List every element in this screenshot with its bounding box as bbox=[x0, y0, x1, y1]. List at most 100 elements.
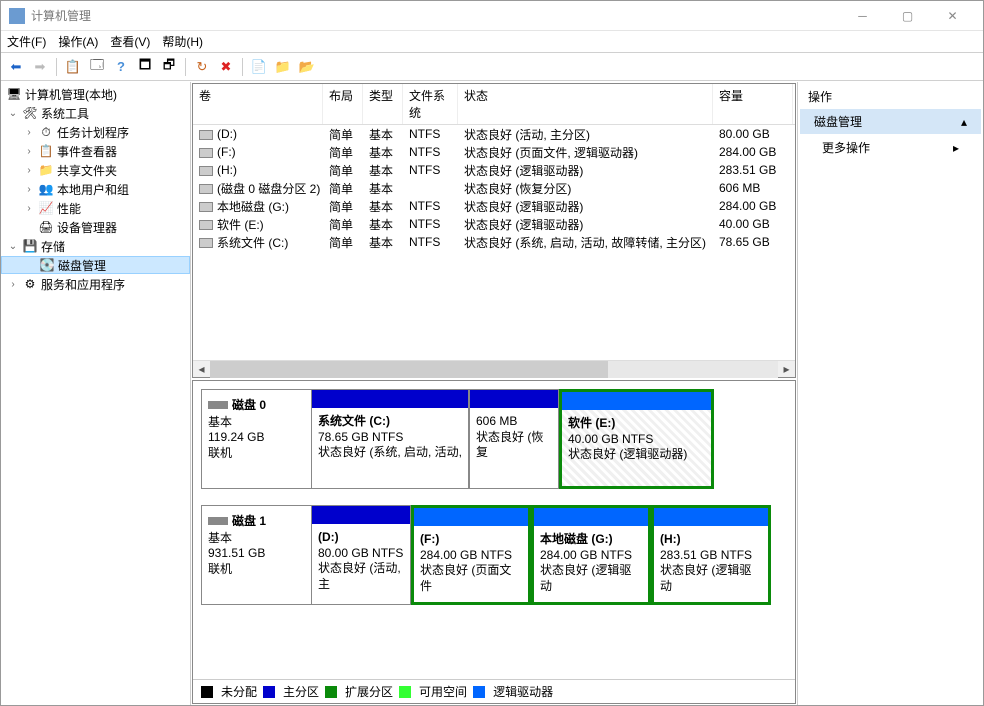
expander-icon[interactable]: › bbox=[23, 146, 35, 157]
scroll-right-icon[interactable]: ▸ bbox=[778, 361, 795, 378]
volume-row[interactable]: (H:)简单基本NTFS状态良好 (逻辑驱动器)283.51 GB bbox=[193, 161, 795, 179]
tree-performance[interactable]: › 📈 性能 bbox=[1, 199, 190, 217]
disk-row: 磁盘 1基本931.51 GB联机(D:)80.00 GB NTFS状态良好 (… bbox=[201, 505, 787, 605]
scroll-thumb[interactable] bbox=[210, 361, 608, 378]
tree-root[interactable]: 🖥 计算机管理(本地) bbox=[1, 85, 190, 103]
tree-system-tools[interactable]: ⌄ 🛠 系统工具 bbox=[1, 104, 190, 122]
tb-icon-5[interactable]: 📄 bbox=[248, 56, 270, 78]
actions-header: 操作 bbox=[800, 84, 981, 109]
partition[interactable]: 系统文件 (C:)78.65 GB NTFS状态良好 (系统, 启动, 活动, bbox=[311, 389, 469, 489]
partition-body: (D:)80.00 GB NTFS状态良好 (活动, 主 bbox=[312, 524, 410, 604]
window-title: 计算机管理 bbox=[31, 7, 840, 24]
services-icon: ⚙ bbox=[22, 276, 38, 292]
tree-services[interactable]: › ⚙ 服务和应用程序 bbox=[1, 275, 190, 293]
event-icon: 📋 bbox=[38, 143, 54, 159]
expander-icon[interactable]: ⌄ bbox=[7, 108, 19, 119]
tree-shared-folders[interactable]: › 📁 共享文件夹 bbox=[1, 161, 190, 179]
disk-info[interactable]: 磁盘 1基本931.51 GB联机 bbox=[201, 505, 311, 605]
scroll-left-icon[interactable]: ◂ bbox=[193, 361, 210, 378]
volume-row[interactable]: (磁盘 0 磁盘分区 2)简单基本状态良好 (恢复分区)606 MB bbox=[193, 179, 795, 197]
app-icon bbox=[9, 8, 25, 24]
partition-header bbox=[414, 508, 528, 526]
computer-icon: 🖥 bbox=[6, 86, 22, 102]
horizontal-scrollbar[interactable]: ◂ ▸ bbox=[193, 360, 795, 377]
tb-icon-1[interactable]: 📋 bbox=[62, 56, 84, 78]
expander-icon[interactable]: ⌄ bbox=[7, 241, 19, 252]
partition[interactable]: (F:)284.00 GB NTFS状态良好 (页面文件 bbox=[411, 505, 531, 605]
volume-row[interactable]: (F:)简单基本NTFS状态良好 (页面文件, 逻辑驱动器)284.00 GB bbox=[193, 143, 795, 161]
partition[interactable]: (H:)283.51 GB NTFS状态良好 (逻辑驱动 bbox=[651, 505, 771, 605]
scheduler-icon: ⏱ bbox=[38, 124, 54, 140]
tree-disk-management[interactable]: 💽 磁盘管理 bbox=[1, 256, 190, 274]
menu-help[interactable]: 帮助(H) bbox=[162, 33, 203, 50]
partition[interactable]: 软件 (E:)40.00 GB NTFS状态良好 (逻辑驱动器) bbox=[559, 389, 714, 489]
drive-icon bbox=[199, 184, 213, 194]
col-capacity[interactable]: 容量 bbox=[713, 84, 793, 124]
expander-icon[interactable]: › bbox=[23, 184, 35, 195]
disk-info[interactable]: 磁盘 0基本119.24 GB联机 bbox=[201, 389, 311, 489]
col-volume[interactable]: 卷 bbox=[193, 84, 323, 124]
maximize-button[interactable]: ▢ bbox=[885, 1, 930, 31]
drive-icon bbox=[199, 166, 213, 176]
drive-icon bbox=[199, 238, 213, 248]
users-icon: 👥 bbox=[38, 181, 54, 197]
tools-icon: 🛠 bbox=[22, 105, 38, 121]
tree-task-scheduler[interactable]: › ⏱ 任务计划程序 bbox=[1, 123, 190, 141]
tb-help-icon[interactable]: ? bbox=[110, 56, 132, 78]
drive-icon bbox=[199, 202, 213, 212]
menu-file[interactable]: 文件(F) bbox=[7, 33, 46, 50]
volume-row[interactable]: 系统文件 (C:)简单基本NTFS状态良好 (系统, 启动, 活动, 故障转储,… bbox=[193, 233, 795, 251]
drive-icon bbox=[199, 148, 213, 158]
tree-storage[interactable]: ⌄ 💾 存储 bbox=[1, 237, 190, 255]
expander-icon[interactable]: › bbox=[7, 279, 19, 290]
partition-body: (H:)283.51 GB NTFS状态良好 (逻辑驱动 bbox=[654, 526, 768, 602]
back-button[interactable]: ⬅ bbox=[5, 56, 27, 78]
actions-more[interactable]: 更多操作 ▸ bbox=[800, 134, 981, 161]
col-type[interactable]: 类型 bbox=[363, 84, 403, 124]
partition-header bbox=[312, 390, 468, 408]
actions-pane: 操作 磁盘管理 ▴ 更多操作 ▸ bbox=[798, 82, 983, 705]
tb-icon-2[interactable]: 🗔 bbox=[86, 56, 108, 78]
tb-icon-7[interactable]: 📂 bbox=[296, 56, 318, 78]
storage-icon: 💾 bbox=[22, 238, 38, 254]
disk-hw-icon bbox=[208, 401, 228, 409]
collapse-icon[interactable]: ▴ bbox=[961, 115, 967, 129]
tb-refresh-icon[interactable]: ↻ bbox=[191, 56, 213, 78]
volume-row[interactable]: (D:)简单基本NTFS状态良好 (活动, 主分区)80.00 GB bbox=[193, 125, 795, 143]
tb-icon-4[interactable]: 🗗 bbox=[158, 56, 180, 78]
close-button[interactable]: ✕ bbox=[930, 1, 975, 31]
minimize-button[interactable]: ─ bbox=[840, 1, 885, 31]
menu-view[interactable]: 查看(V) bbox=[110, 33, 150, 50]
actions-section[interactable]: 磁盘管理 ▴ bbox=[800, 109, 981, 134]
disk-graphic-area[interactable]: 磁盘 0基本119.24 GB联机系统文件 (C:)78.65 GB NTFS状… bbox=[192, 380, 796, 704]
partition-header bbox=[654, 508, 768, 526]
tree-device-manager[interactable]: 🖨 设备管理器 bbox=[1, 218, 190, 236]
tb-delete-icon[interactable]: ✖ bbox=[215, 56, 237, 78]
drive-icon bbox=[199, 130, 213, 140]
tb-icon-3[interactable]: 🗖 bbox=[134, 56, 156, 78]
tb-icon-6[interactable]: 📁 bbox=[272, 56, 294, 78]
forward-button[interactable]: ➡ bbox=[29, 56, 51, 78]
expander-icon[interactable]: › bbox=[23, 127, 35, 138]
partition[interactable]: 606 MB状态良好 (恢复 bbox=[469, 389, 559, 489]
expander-icon[interactable]: › bbox=[23, 203, 35, 214]
volume-row[interactable]: 软件 (E:)简单基本NTFS状态良好 (逻辑驱动器)40.00 GB bbox=[193, 215, 795, 233]
navigation-tree[interactable]: 🖥 计算机管理(本地) ⌄ 🛠 系统工具 › ⏱ 任务计划程序 › 📋 事件查看… bbox=[1, 82, 191, 705]
col-status[interactable]: 状态 bbox=[458, 84, 713, 124]
partition-body: 本地磁盘 (G:)284.00 GB NTFS状态良好 (逻辑驱动 bbox=[534, 526, 648, 602]
volume-row[interactable]: 本地磁盘 (G:)简单基本NTFS状态良好 (逻辑驱动器)284.00 GB bbox=[193, 197, 795, 215]
volume-list[interactable]: 卷 布局 类型 文件系统 状态 容量 (D:)简单基本NTFS状态良好 (活动,… bbox=[192, 83, 796, 378]
volume-list-header: 卷 布局 类型 文件系统 状态 容量 bbox=[193, 84, 795, 125]
expander-icon[interactable]: › bbox=[23, 165, 35, 176]
chevron-right-icon: ▸ bbox=[953, 141, 959, 155]
tree-local-users[interactable]: › 👥 本地用户和组 bbox=[1, 180, 190, 198]
partition[interactable]: (D:)80.00 GB NTFS状态良好 (活动, 主 bbox=[311, 505, 411, 605]
partition[interactable]: 本地磁盘 (G:)284.00 GB NTFS状态良好 (逻辑驱动 bbox=[531, 505, 651, 605]
col-layout[interactable]: 布局 bbox=[323, 84, 363, 124]
disk-hw-icon bbox=[208, 517, 228, 525]
device-icon: 🖨 bbox=[38, 219, 54, 235]
perf-icon: 📈 bbox=[38, 200, 54, 216]
menu-action[interactable]: 操作(A) bbox=[58, 33, 98, 50]
tree-event-viewer[interactable]: › 📋 事件查看器 bbox=[1, 142, 190, 160]
col-filesystem[interactable]: 文件系统 bbox=[403, 84, 458, 124]
